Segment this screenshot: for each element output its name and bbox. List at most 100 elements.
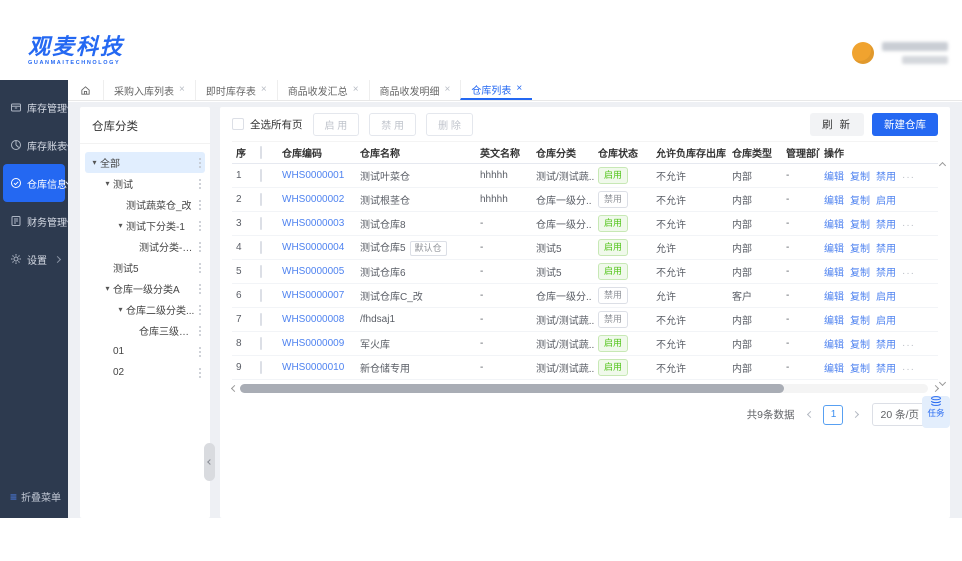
close-icon[interactable]: × [261, 85, 267, 95]
kebab-menu-icon[interactable] [195, 287, 205, 290]
warehouse-code-link[interactable]: WHS0000005 [282, 266, 344, 277]
current-page-button[interactable]: 1 [823, 404, 844, 425]
copy-action-link[interactable]: 复制 [850, 364, 870, 375]
edit-action-link[interactable]: 编辑 [824, 220, 844, 231]
avatar[interactable] [852, 42, 874, 64]
toggle-status-action-link[interactable]: 禁用 [876, 220, 896, 231]
tree-item[interactable]: 测试分类-1-1 [85, 236, 205, 257]
warehouse-code-link[interactable]: WHS0000010 [282, 362, 344, 373]
tree-item[interactable]: ▾ 测试下分类-1 [85, 215, 205, 236]
collapse-menu-button[interactable]: ≡ 折叠菜单 [10, 489, 61, 505]
warehouse-code-link[interactable]: WHS0000009 [282, 338, 344, 349]
sidebar-item-settings[interactable]: 设置 [3, 240, 65, 278]
tree-item[interactable]: ▾ 全部 [85, 152, 205, 173]
tree-item[interactable]: 02 [85, 362, 205, 383]
more-actions-icon[interactable]: ··· [902, 268, 915, 279]
tab-purchase-inbound-list[interactable]: 采购入库列表 × [103, 80, 195, 100]
tab-realtime-inventory[interactable]: 即时库存表 × [194, 80, 277, 100]
sidebar-item-ledger[interactable]: 库存账表 [3, 126, 70, 164]
horizontal-scroll-track[interactable] [240, 383, 928, 393]
more-actions-icon[interactable]: ··· [902, 364, 915, 375]
caret-down-icon[interactable]: ▾ [102, 284, 113, 293]
kebab-menu-icon[interactable] [195, 350, 205, 353]
kebab-menu-icon[interactable] [195, 182, 205, 185]
tab-warehouse-list[interactable]: 仓库列表 × [460, 80, 533, 100]
tree-item[interactable]: ▾ 仓库二级分类... [85, 299, 205, 320]
copy-action-link[interactable]: 复制 [850, 196, 870, 207]
toggle-status-action-link[interactable]: 禁用 [876, 364, 896, 375]
panel-collapse-handle[interactable] [204, 443, 215, 481]
select-all-checkbox[interactable] [232, 118, 244, 130]
tab-goods-inout-detail[interactable]: 商品收发明细 × [368, 80, 461, 100]
header-checkbox[interactable] [260, 146, 262, 159]
tree-item[interactable]: ▾ 测试 [85, 173, 205, 194]
edit-action-link[interactable]: 编辑 [824, 316, 844, 327]
edit-action-link[interactable]: 编辑 [824, 292, 844, 303]
toggle-status-action-link[interactable]: 启用 [876, 316, 896, 327]
toggle-status-action-link[interactable]: 启用 [876, 292, 896, 303]
copy-action-link[interactable]: 复制 [850, 292, 870, 303]
toggle-status-action-link[interactable]: 禁用 [876, 340, 896, 351]
tree-item[interactable]: ▾ 仓库一级分类A [85, 278, 205, 299]
batch-disable-button[interactable]: 禁 用 [369, 112, 417, 136]
sidebar-item-warehouse-info[interactable]: 仓库信息 [3, 164, 70, 202]
warehouse-code-link[interactable]: WHS0000007 [282, 290, 344, 301]
edit-action-link[interactable]: 编辑 [824, 268, 844, 279]
tree-item[interactable]: 测试5 [85, 257, 205, 278]
task-fab-button[interactable]: 任务 [922, 396, 950, 428]
more-actions-icon[interactable]: ··· [902, 340, 915, 351]
tab-goods-inout-summary[interactable]: 商品收发汇总 × [276, 80, 369, 100]
create-warehouse-button[interactable]: 新建仓库 [872, 112, 938, 136]
warehouse-code-link[interactable]: WHS0000004 [282, 242, 344, 253]
row-checkbox[interactable] [260, 265, 262, 278]
tree-item[interactable]: 01 [85, 341, 205, 362]
row-checkbox[interactable] [260, 193, 262, 206]
scroll-down-arrow-icon[interactable] [938, 378, 947, 387]
more-actions-icon[interactable]: ··· [902, 172, 915, 183]
toggle-status-action-link[interactable]: 禁用 [876, 268, 896, 279]
row-checkbox[interactable] [260, 217, 262, 230]
kebab-menu-icon[interactable] [195, 203, 205, 206]
prev-page-icon[interactable] [807, 410, 815, 419]
home-tab-button[interactable] [68, 80, 103, 100]
batch-delete-button[interactable]: 删 除 [426, 112, 473, 136]
sidebar-item-finance[interactable]: 财务管理 [3, 202, 70, 240]
row-checkbox[interactable] [260, 313, 262, 326]
caret-down-icon[interactable]: ▾ [89, 158, 100, 167]
kebab-menu-icon[interactable] [195, 371, 205, 374]
close-icon[interactable]: × [353, 85, 359, 95]
toggle-status-action-link[interactable]: 禁用 [876, 244, 896, 255]
copy-action-link[interactable]: 复制 [850, 268, 870, 279]
scroll-left-arrow-icon[interactable] [230, 384, 239, 392]
account-area[interactable] [852, 42, 948, 64]
caret-down-icon[interactable]: ▾ [102, 179, 113, 188]
kebab-menu-icon[interactable] [195, 266, 205, 269]
sidebar-item-inventory[interactable]: 库存管理 [3, 88, 70, 126]
kebab-menu-icon[interactable] [195, 245, 205, 248]
warehouse-code-link[interactable]: WHS0000002 [282, 194, 344, 205]
copy-action-link[interactable]: 复制 [850, 220, 870, 231]
refresh-button[interactable]: 刷 新 [810, 112, 864, 136]
edit-action-link[interactable]: 编辑 [824, 172, 844, 183]
horizontal-scroll-thumb[interactable] [240, 383, 784, 393]
warehouse-code-link[interactable]: WHS0000003 [282, 218, 344, 229]
edit-action-link[interactable]: 编辑 [824, 196, 844, 207]
more-actions-icon[interactable]: ··· [902, 220, 915, 231]
edit-action-link[interactable]: 编辑 [824, 340, 844, 351]
scroll-right-arrow-icon[interactable] [931, 384, 940, 392]
copy-action-link[interactable]: 复制 [850, 316, 870, 327]
tree-item[interactable]: 仓库三级分类... [85, 320, 205, 341]
copy-action-link[interactable]: 复制 [850, 340, 870, 351]
kebab-menu-icon[interactable] [195, 329, 205, 332]
copy-action-link[interactable]: 复制 [850, 172, 870, 183]
close-icon[interactable]: × [179, 85, 185, 95]
row-checkbox[interactable] [260, 289, 262, 302]
next-page-icon[interactable] [852, 410, 860, 419]
row-checkbox[interactable] [260, 337, 262, 350]
scroll-up-arrow-icon[interactable] [938, 161, 947, 170]
warehouse-code-link[interactable]: WHS0000001 [282, 170, 344, 181]
close-icon[interactable]: × [445, 85, 451, 95]
edit-action-link[interactable]: 编辑 [824, 244, 844, 255]
tree-item[interactable]: 测试蔬菜仓_改 [85, 194, 205, 215]
warehouse-code-link[interactable]: WHS0000008 [282, 314, 344, 325]
